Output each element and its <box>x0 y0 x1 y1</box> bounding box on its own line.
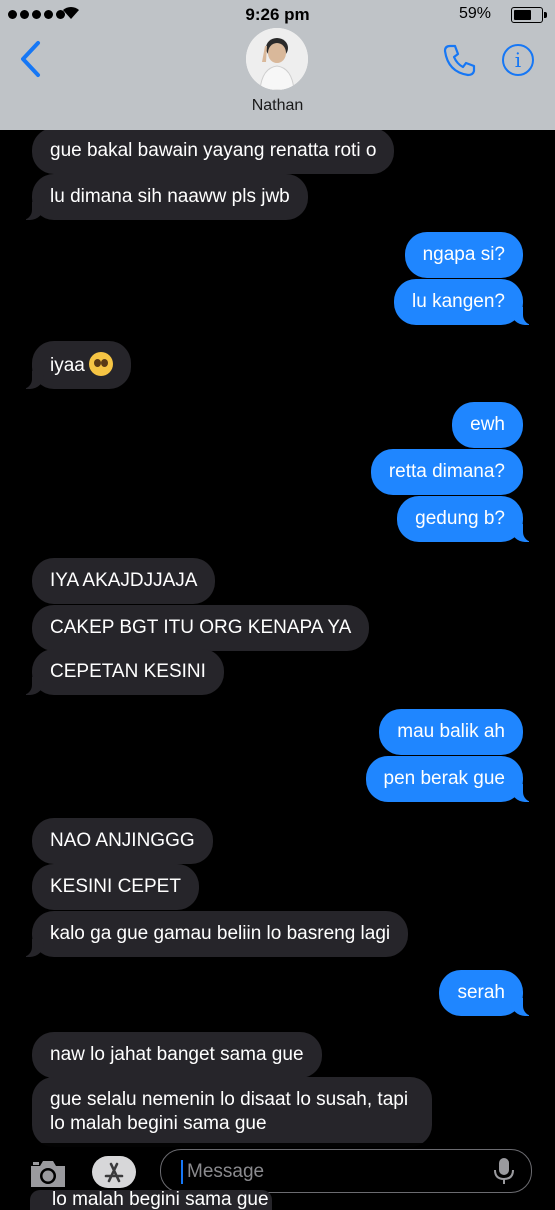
incoming-message[interactable]: iyaa <box>22 341 131 389</box>
app-store-button[interactable] <box>92 1156 136 1188</box>
incoming-message[interactable]: IYA AKAJDJJAJA <box>32 558 216 604</box>
info-icon[interactable]: i <box>502 44 534 76</box>
incoming-message[interactable]: gue selalu nemenin lo disaat lo susah, t… <box>32 1077 432 1147</box>
incoming-message[interactable]: CEPETAN KESINI <box>22 649 224 695</box>
status-bar: 9:26 pm 59% <box>0 0 555 28</box>
outgoing-message[interactable]: retta dimana? <box>370 449 523 495</box>
incoming-message[interactable]: gue bakal bawain yayang renatta roti o <box>32 128 395 174</box>
outgoing-message[interactable]: serah <box>439 970 533 1016</box>
incoming-message[interactable]: CAKEP BGT ITU ORG KENAPA YA <box>32 605 370 651</box>
camera-icon[interactable] <box>28 1159 68 1189</box>
outgoing-message[interactable]: gedung b? <box>397 496 533 542</box>
incoming-message[interactable]: NAO ANJINGGG <box>32 818 213 864</box>
battery-icon <box>511 7 547 23</box>
scrolled-message-peek: lo malah begini sama gue <box>30 1190 272 1210</box>
incoming-message[interactable]: lu dimana sih naaww pls jwb <box>22 174 308 220</box>
battery-percentage: 59% <box>458 5 491 22</box>
microphone-icon[interactable] <box>493 1157 515 1185</box>
message-input[interactable] <box>185 1156 479 1188</box>
incoming-message[interactable]: naw lo jahat banget sama gue <box>32 1032 322 1078</box>
incoming-message[interactable]: KESINI CEPET <box>32 864 199 910</box>
text-cursor <box>181 1160 183 1184</box>
back-chevron-icon[interactable] <box>18 40 44 78</box>
message-input-field[interactable] <box>160 1149 532 1193</box>
outgoing-message[interactable]: lu kangen? <box>394 279 533 325</box>
contact-name[interactable]: Nathan <box>0 97 555 115</box>
conversation-header: 9:26 pm 59% Nathan i <box>0 0 555 130</box>
message-text: iyaa <box>50 355 85 376</box>
pleading-face-emoji-icon <box>88 352 113 376</box>
contact-avatar[interactable] <box>246 28 308 90</box>
incoming-message[interactable]: kalo ga gue gamau beliin lo basreng lagi <box>21 911 409 957</box>
outgoing-message[interactable]: ewh <box>452 402 523 448</box>
outgoing-message[interactable]: ngapa si? <box>404 232 523 278</box>
outgoing-message[interactable]: mau balik ah <box>379 709 523 755</box>
person-photo-icon <box>246 28 308 90</box>
app-store-icon <box>104 1162 124 1183</box>
outgoing-message[interactable]: pen berak gue <box>365 756 533 802</box>
phone-call-icon[interactable] <box>442 42 478 78</box>
